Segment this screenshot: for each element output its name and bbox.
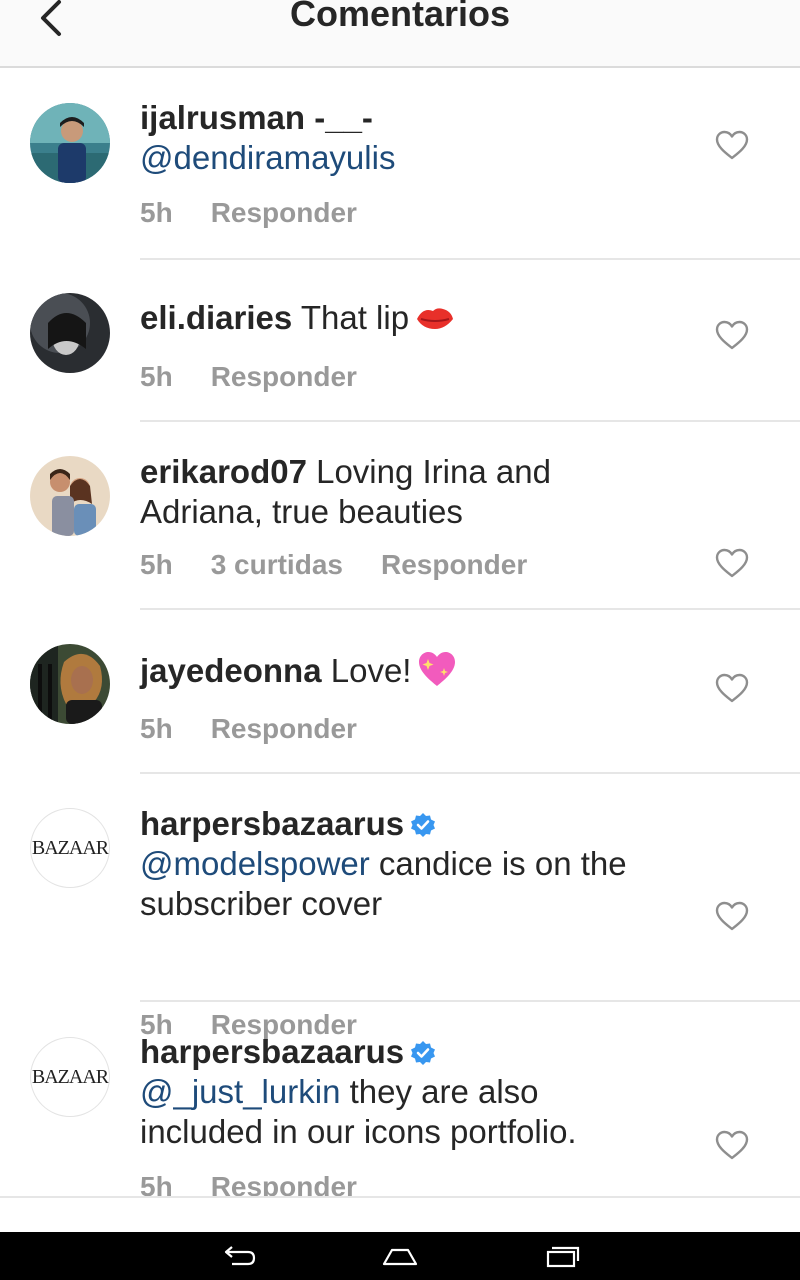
avatar[interactable] [30,293,110,373]
avatar[interactable] [30,456,110,536]
comment-meta: 5h Responder [140,712,395,746]
avatar-photo [30,456,110,536]
page-title: Comentarios [289,0,511,34]
bazaar-logo: BAZAAR [31,836,109,859]
verified-badge-icon [411,1041,436,1065]
comment-body: Love! [321,652,412,689]
comment-username[interactable]: eli.diaries [140,299,292,336]
reply-button[interactable]: Responder [211,361,357,392]
comment-item: BAZAAR harpersbazaarus @modelspower cand… [0,774,800,1040]
comment-item: eli.diaries That lip 5h Responder [0,260,800,422]
comment-username[interactable]: harpersbazaarus [140,805,404,842]
comment-body: That lip [292,299,410,336]
like-heart-icon[interactable] [715,1130,749,1160]
comment-username[interactable]: ijalrusman -__- [140,99,373,136]
comment-text: erikarod07 Loving Irina and Adriana, tru… [140,452,660,532]
avatar-photo [30,293,110,373]
composer-area[interactable] [0,1198,800,1232]
android-recents-icon[interactable] [542,1244,582,1268]
avatar[interactable] [30,103,110,183]
comment-mention[interactable]: @modelspower [140,845,370,882]
avatar-photo [30,644,110,724]
sparkling-heart-emoji [419,652,456,686]
comment-username[interactable]: harpersbazaarus [140,1033,404,1070]
comment-mention[interactable]: @dendiramayulis [140,139,395,176]
comment-item: jayedeonna Love! 5h Responder [0,610,800,774]
comment-text: harpersbazaarus @_just_lurkin they are a… [140,1032,660,1152]
comment-item: ijalrusman -__- @dendiramayulis 5h Respon… [0,68,800,260]
reply-button[interactable]: Responder [381,549,527,580]
like-heart-icon[interactable] [715,320,749,350]
avatar[interactable]: BAZAAR [30,808,110,888]
reply-button[interactable]: Responder [211,713,357,744]
comment-text: ijalrusman -__- @dendiramayulis [140,98,660,178]
comment-meta: 5h Responder [140,360,395,394]
like-heart-icon[interactable] [715,130,749,160]
comment-item: erikarod07 Loving Irina and Adriana, tru… [0,422,800,610]
avatar[interactable]: BAZAAR [30,1037,110,1117]
avatar[interactable] [30,644,110,724]
comment-time: 5h [140,361,173,392]
system-nav-bar [0,1232,800,1280]
like-heart-icon[interactable] [715,548,749,578]
reply-button[interactable]: Responder [211,197,357,228]
comment-time: 5h [140,549,173,580]
bazaar-logo: BAZAAR [31,1065,109,1088]
android-back-icon[interactable] [218,1244,258,1268]
comment-meta: 5h 3 curtidas Responder [140,548,565,582]
comment-meta: 5h Responder [140,196,395,230]
comment-time: 5h [140,713,173,744]
like-heart-icon[interactable] [715,673,749,703]
comment-item: BAZAAR harpersbazaarus @_just_lurkin the… [0,1002,800,1202]
like-heart-icon[interactable] [715,901,749,931]
header-bar: Comentarios [0,0,800,68]
avatar-photo [30,103,110,183]
comment-mention[interactable]: @_just_lurkin [140,1073,340,1110]
comment-text: harpersbazaarus @modelspower candice is … [140,804,660,924]
android-home-icon[interactable] [380,1244,420,1268]
comment-text: jayedeonna Love! [140,650,660,691]
comment-username[interactable]: erikarod07 [140,453,307,490]
comment-time: 5h [140,197,173,228]
kiss-mark-emoji [417,308,454,329]
likes-count[interactable]: 3 curtidas [211,549,343,580]
verified-badge-icon [411,813,436,837]
comment-text: eli.diaries That lip [140,298,660,338]
comment-username[interactable]: jayedeonna [140,652,322,689]
